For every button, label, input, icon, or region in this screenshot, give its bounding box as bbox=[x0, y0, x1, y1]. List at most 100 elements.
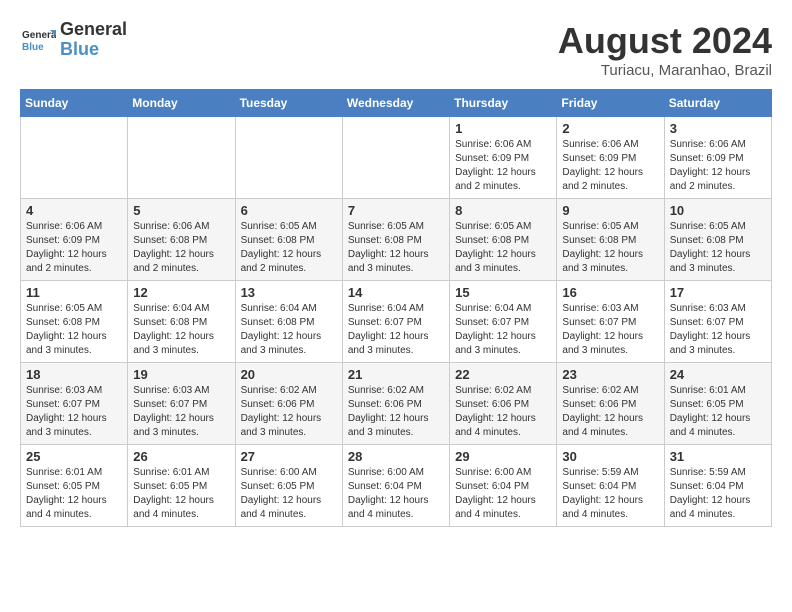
day-info: Sunrise: 6:06 AM Sunset: 6:09 PM Dayligh… bbox=[455, 138, 551, 194]
day-number: 25 bbox=[26, 449, 122, 464]
month-title: August 2024 bbox=[558, 20, 772, 62]
day-info: Sunrise: 6:06 AM Sunset: 6:09 PM Dayligh… bbox=[670, 138, 766, 194]
logo-name: General Blue bbox=[60, 20, 127, 60]
calendar-cell: 27 Sunrise: 6:00 AM Sunset: 6:05 PM Dayli… bbox=[235, 445, 342, 527]
day-number: 12 bbox=[133, 285, 229, 300]
day-info: Sunrise: 6:06 AM Sunset: 6:09 PM Dayligh… bbox=[562, 138, 658, 194]
day-number: 18 bbox=[26, 367, 122, 382]
day-info: Sunrise: 6:02 AM Sunset: 6:06 PM Dayligh… bbox=[455, 384, 551, 440]
day-info: Sunrise: 6:01 AM Sunset: 6:05 PM Dayligh… bbox=[670, 384, 766, 440]
calendar-cell: 20 Sunrise: 6:02 AM Sunset: 6:06 PM Dayli… bbox=[235, 363, 342, 445]
calendar-week-3: 11 Sunrise: 6:05 AM Sunset: 6:08 PM Dayli… bbox=[21, 281, 772, 363]
calendar-cell: 5 Sunrise: 6:06 AM Sunset: 6:08 PM Daylig… bbox=[128, 199, 235, 281]
day-info: Sunrise: 6:03 AM Sunset: 6:07 PM Dayligh… bbox=[26, 384, 122, 440]
day-info: Sunrise: 6:00 AM Sunset: 6:04 PM Dayligh… bbox=[455, 466, 551, 522]
calendar-cell: 14Sunrise: 6:04 AM Sunset: 6:07 PM Dayli… bbox=[342, 281, 449, 363]
logo-general: General bbox=[60, 19, 127, 39]
weekday-header-tuesday: Tuesday bbox=[235, 90, 342, 117]
day-number: 21 bbox=[348, 367, 444, 382]
day-number: 27 bbox=[241, 449, 337, 464]
day-number: 24 bbox=[670, 367, 766, 382]
calendar-cell: 17 Sunrise: 6:03 AM Sunset: 6:07 PM Dayli… bbox=[664, 281, 771, 363]
calendar-cell: 9 Sunrise: 6:05 AM Sunset: 6:08 PM Daylig… bbox=[557, 199, 664, 281]
day-info: Sunrise: 6:04 AM Sunset: 6:07 PM Dayligh… bbox=[348, 302, 444, 358]
day-number: 3 bbox=[670, 121, 766, 136]
calendar-cell: 3 Sunrise: 6:06 AM Sunset: 6:09 PM Daylig… bbox=[664, 117, 771, 199]
calendar-cell: 22 Sunrise: 6:02 AM Sunset: 6:06 PM Dayli… bbox=[450, 363, 557, 445]
day-number: 29 bbox=[455, 449, 551, 464]
calendar-cell: 15Sunrise: 6:04 AM Sunset: 6:07 PM Dayli… bbox=[450, 281, 557, 363]
calendar-week-2: 4 Sunrise: 6:06 AM Sunset: 6:09 PM Daylig… bbox=[21, 199, 772, 281]
day-info: Sunrise: 6:00 AM Sunset: 6:04 PM Dayligh… bbox=[348, 466, 444, 522]
day-number: 5 bbox=[133, 203, 229, 218]
logo-blue: Blue bbox=[60, 39, 99, 59]
day-number: 20 bbox=[241, 367, 337, 382]
calendar-week-1: 1 Sunrise: 6:06 AM Sunset: 6:09 PM Daylig… bbox=[21, 117, 772, 199]
logo: General Blue General Blue bbox=[20, 20, 127, 60]
day-number: 31 bbox=[670, 449, 766, 464]
day-info: Sunrise: 6:05 AM Sunset: 6:08 PM Dayligh… bbox=[670, 220, 766, 276]
calendar-cell: 30 Sunrise: 5:59 AM Sunset: 6:04 PM Dayli… bbox=[557, 445, 664, 527]
weekday-header-friday: Friday bbox=[557, 90, 664, 117]
day-info: Sunrise: 6:02 AM Sunset: 6:06 PM Dayligh… bbox=[241, 384, 337, 440]
calendar-cell: 1 Sunrise: 6:06 AM Sunset: 6:09 PM Daylig… bbox=[450, 117, 557, 199]
day-info: Sunrise: 6:05 AM Sunset: 6:08 PM Dayligh… bbox=[348, 220, 444, 276]
day-info: Sunrise: 6:06 AM Sunset: 6:08 PM Dayligh… bbox=[133, 220, 229, 276]
logo-icon: General Blue bbox=[20, 22, 56, 58]
calendar-cell: 10 Sunrise: 6:05 AM Sunset: 6:08 PM Dayli… bbox=[664, 199, 771, 281]
calendar-cell: 7 Sunrise: 6:05 AM Sunset: 6:08 PM Daylig… bbox=[342, 199, 449, 281]
calendar-cell bbox=[342, 117, 449, 199]
day-info: Sunrise: 6:02 AM Sunset: 6:06 PM Dayligh… bbox=[348, 384, 444, 440]
calendar-cell: 26 Sunrise: 6:01 AM Sunset: 6:05 PM Dayli… bbox=[128, 445, 235, 527]
day-info: Sunrise: 6:03 AM Sunset: 6:07 PM Dayligh… bbox=[133, 384, 229, 440]
day-number: 7 bbox=[348, 203, 444, 218]
day-info: Sunrise: 6:02 AM Sunset: 6:06 PM Dayligh… bbox=[562, 384, 658, 440]
day-number: 30 bbox=[562, 449, 658, 464]
weekday-header-sunday: Sunday bbox=[21, 90, 128, 117]
day-number: 9 bbox=[562, 203, 658, 218]
day-number: 10 bbox=[670, 203, 766, 218]
day-info: Sunrise: 6:03 AM Sunset: 6:07 PM Dayligh… bbox=[670, 302, 766, 358]
day-number: 1 bbox=[455, 121, 551, 136]
day-info: Sunrise: 6:05 AM Sunset: 6:08 PM Dayligh… bbox=[26, 302, 122, 358]
day-number: 2 bbox=[562, 121, 658, 136]
day-info: Sunrise: 5:59 AM Sunset: 6:04 PM Dayligh… bbox=[562, 466, 658, 522]
calendar-cell: 16Sunrise: 6:03 AM Sunset: 6:07 PM Dayli… bbox=[557, 281, 664, 363]
calendar-table: SundayMondayTuesdayWednesdayThursdayFrid… bbox=[20, 89, 772, 527]
day-number: 4 bbox=[26, 203, 122, 218]
calendar-cell: 29 Sunrise: 6:00 AM Sunset: 6:04 PM Dayli… bbox=[450, 445, 557, 527]
calendar-cell: 12 Sunrise: 6:04 AM Sunset: 6:08 PM Dayli… bbox=[128, 281, 235, 363]
day-info: Sunrise: 6:04 AM Sunset: 6:07 PM Dayligh… bbox=[455, 302, 551, 358]
calendar-cell: 31Sunrise: 5:59 AM Sunset: 6:04 PM Dayli… bbox=[664, 445, 771, 527]
calendar-week-5: 25 Sunrise: 6:01 AM Sunset: 6:05 PM Dayli… bbox=[21, 445, 772, 527]
weekday-header-saturday: Saturday bbox=[664, 90, 771, 117]
title-block: August 2024 Turiacu, Maranhao, Brazil bbox=[558, 20, 772, 79]
calendar-cell: 24 Sunrise: 6:01 AM Sunset: 6:05 PM Dayli… bbox=[664, 363, 771, 445]
day-number: 23 bbox=[562, 367, 658, 382]
calendar-cell: 23 Sunrise: 6:02 AM Sunset: 6:06 PM Dayli… bbox=[557, 363, 664, 445]
day-info: Sunrise: 6:00 AM Sunset: 6:05 PM Dayligh… bbox=[241, 466, 337, 522]
day-number: 26 bbox=[133, 449, 229, 464]
calendar-cell: 18 Sunrise: 6:03 AM Sunset: 6:07 PM Dayli… bbox=[21, 363, 128, 445]
weekday-header-wednesday: Wednesday bbox=[342, 90, 449, 117]
calendar-week-4: 18 Sunrise: 6:03 AM Sunset: 6:07 PM Dayli… bbox=[21, 363, 772, 445]
day-info: Sunrise: 6:04 AM Sunset: 6:08 PM Dayligh… bbox=[241, 302, 337, 358]
day-number: 17 bbox=[670, 285, 766, 300]
day-info: Sunrise: 6:04 AM Sunset: 6:08 PM Dayligh… bbox=[133, 302, 229, 358]
day-number: 22 bbox=[455, 367, 551, 382]
svg-text:General: General bbox=[22, 30, 56, 41]
day-info: Sunrise: 6:06 AM Sunset: 6:09 PM Dayligh… bbox=[26, 220, 122, 276]
day-info: Sunrise: 6:05 AM Sunset: 6:08 PM Dayligh… bbox=[562, 220, 658, 276]
calendar-cell: 28Sunrise: 6:00 AM Sunset: 6:04 PM Dayli… bbox=[342, 445, 449, 527]
day-info: Sunrise: 6:05 AM Sunset: 6:08 PM Dayligh… bbox=[455, 220, 551, 276]
day-info: Sunrise: 6:01 AM Sunset: 6:05 PM Dayligh… bbox=[133, 466, 229, 522]
location-subtitle: Turiacu, Maranhao, Brazil bbox=[558, 62, 772, 79]
day-info: Sunrise: 6:03 AM Sunset: 6:07 PM Dayligh… bbox=[562, 302, 658, 358]
page-header: General Blue General Blue August 2024 Tu… bbox=[20, 20, 772, 79]
calendar-cell: 25Sunrise: 6:01 AM Sunset: 6:05 PM Dayli… bbox=[21, 445, 128, 527]
weekday-header-monday: Monday bbox=[128, 90, 235, 117]
calendar-cell bbox=[128, 117, 235, 199]
day-number: 8 bbox=[455, 203, 551, 218]
calendar-cell: 2 Sunrise: 6:06 AM Sunset: 6:09 PM Daylig… bbox=[557, 117, 664, 199]
day-number: 11 bbox=[26, 285, 122, 300]
